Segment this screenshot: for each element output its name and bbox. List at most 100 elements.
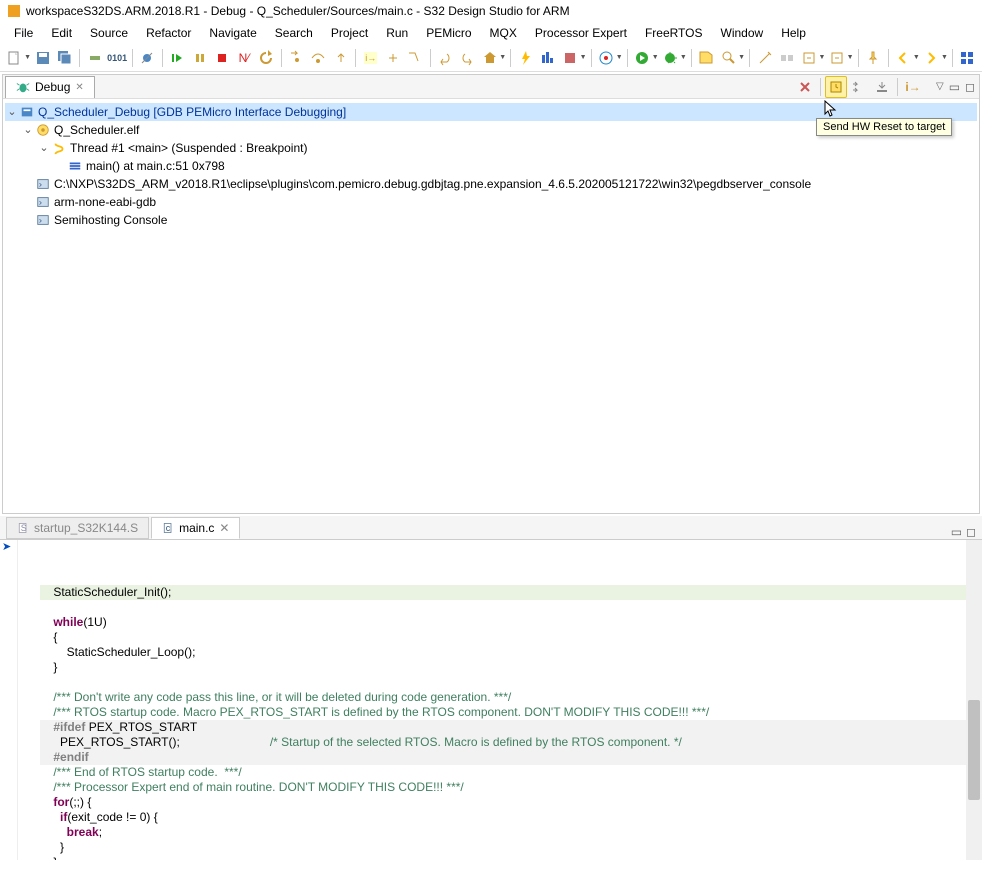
close-icon[interactable]: ✕ [75,82,83,93]
drop-to-frame-button[interactable] [382,47,403,69]
debug-tab[interactable]: Debug ✕ [5,76,95,98]
code-line: while(1U) [40,615,107,629]
minimize-view-button[interactable]: ▭ [949,80,960,94]
expand-toggle[interactable]: ⌄ [37,139,51,157]
editor-gutter[interactable]: ➤ [0,540,18,860]
window-title: workspaceS32DS.ARM.2018.R1 - Debug - Q_S… [26,4,570,18]
restart-button[interactable] [256,47,277,69]
menu-bar: File Edit Source Refactor Navigate Searc… [0,22,982,44]
step-collapse-button[interactable] [848,76,870,98]
toggle-mark-button[interactable] [776,47,797,69]
save-all-button[interactable] [54,47,75,69]
expand-toggle[interactable]: ⌄ [21,121,35,139]
menu-pemicro[interactable]: PEMicro [418,23,479,43]
profile-button[interactable] [537,47,558,69]
skip-breakpoints-button[interactable] [137,47,158,69]
tree-thread[interactable]: ⌄ Thread #1 <main> (Suspended : Breakpoi… [5,139,977,157]
target-button[interactable] [596,47,617,69]
step-filters-button[interactable] [405,47,426,69]
home-button[interactable] [479,47,500,69]
code-line: } [40,840,64,854]
search-button[interactable] [718,47,739,69]
remove-terminated-button[interactable] [794,76,816,98]
new-button[interactable] [4,47,25,69]
build-button[interactable] [559,47,580,69]
redo-button[interactable] [457,47,478,69]
flash-button[interactable] [515,47,536,69]
editor-tab-main[interactable]: c main.c ✕ [151,517,240,539]
close-icon[interactable]: ✕ [219,521,229,535]
step-return-button[interactable] [330,47,351,69]
editor-minimize-button[interactable]: ▭ [951,525,962,539]
code-line: /*** Processor Expert end of main routin… [40,780,464,794]
instruction-step-button[interactable]: i→ [360,47,381,69]
debug-view-tabbar: Debug ✕ i→ ▽ ▭ ◻ [3,75,979,99]
prev-annotation-button[interactable] [826,47,847,69]
open-type-button[interactable] [696,47,717,69]
code-line: if(exit_code != 0) { [40,810,158,824]
menu-project[interactable]: Project [323,23,376,43]
menu-file[interactable]: File [6,23,41,43]
send-hw-reset-button[interactable] [825,76,847,98]
editor-area: S startup_S32K144.S c main.c ✕ ▭ ◻ ➤ Sta… [0,516,982,860]
debug-view: Debug ✕ i→ ▽ ▭ ◻ ⌄ Q_Scheduler_Debug [GD… [2,74,980,514]
save-button[interactable] [32,47,53,69]
view-menu-button[interactable]: ▽ [936,81,944,92]
editor-scrollbar[interactable] [966,540,982,860]
debug-tree[interactable]: ⌄ Q_Scheduler_Debug [GDB PEMicro Interfa… [3,99,979,513]
suspend-button[interactable] [189,47,210,69]
expand-toggle[interactable]: ⌄ [5,103,19,121]
code-line: #ifdef PEX_RTOS_START [40,720,982,735]
menu-search[interactable]: Search [267,23,321,43]
forward-button[interactable] [921,47,942,69]
menu-source[interactable]: Source [82,23,136,43]
menu-freertos[interactable]: FreeRTOS [637,23,711,43]
editor-tab-startup[interactable]: S startup_S32K144.S [6,517,149,539]
code-line: for(;;) { [40,795,91,809]
tree-semihosting[interactable]: Semihosting Console [5,211,977,229]
step-over-button[interactable] [308,47,329,69]
registers-button[interactable]: 0101 [107,47,128,69]
disconnect-button[interactable]: N⁄ [233,47,254,69]
terminate-button[interactable] [211,47,232,69]
code-line: PEX_RTOS_START(); /* Startup of the sele… [40,735,982,750]
editor-tab-label: startup_S32K144.S [34,521,138,535]
instruction-pointer-icon: ➤ [2,540,11,555]
resume-button[interactable] [167,47,188,69]
toggle-breakpoint-button[interactable] [84,47,105,69]
back-button[interactable] [893,47,914,69]
step-into-button[interactable] [286,47,307,69]
views-button[interactable] [957,47,978,69]
menu-processor-expert[interactable]: Processor Expert [527,23,635,43]
code-line: StaticScheduler_Loop(); [40,645,195,659]
undo-button[interactable] [435,47,456,69]
pin-button[interactable] [863,47,884,69]
instruction-mode-button[interactable]: i→ [902,76,924,98]
tree-gdb[interactable]: arm-none-eabi-gdb [5,193,977,211]
scrollbar-thumb[interactable] [968,700,980,800]
terminal-icon [35,176,51,192]
menu-help[interactable]: Help [773,23,814,43]
wand-button[interactable] [754,47,775,69]
code-line: StaticScheduler_Init(); [40,585,982,600]
debug-button[interactable] [660,47,681,69]
menu-mqx[interactable]: MQX [482,23,525,43]
menu-window[interactable]: Window [713,23,772,43]
menu-refactor[interactable]: Refactor [138,23,199,43]
editor-maximize-button[interactable]: ◻ [966,525,976,539]
editor-tab-label: main.c [179,521,214,535]
next-annotation-button[interactable] [798,47,819,69]
maximize-view-button[interactable]: ◻ [965,80,975,94]
terminal-icon [35,212,51,228]
tree-gdbserver[interactable]: C:\NXP\S32DS_ARM_v2018.R1\eclipse\plugin… [5,175,977,193]
tree-stack-frame[interactable]: main() at main.c:51 0x798 [5,157,977,175]
code-line: /*** End of RTOS startup code. ***/ [40,765,242,779]
bug-icon [16,80,30,94]
run-button[interactable] [632,47,653,69]
menu-run[interactable]: Run [378,23,416,43]
code-editor[interactable]: ➤ StaticScheduler_Init(); while(1U) { St… [0,540,982,860]
svg-text:S: S [21,523,27,533]
debug-drop-button[interactable] [871,76,893,98]
menu-edit[interactable]: Edit [43,23,80,43]
menu-navigate[interactable]: Navigate [201,23,264,43]
